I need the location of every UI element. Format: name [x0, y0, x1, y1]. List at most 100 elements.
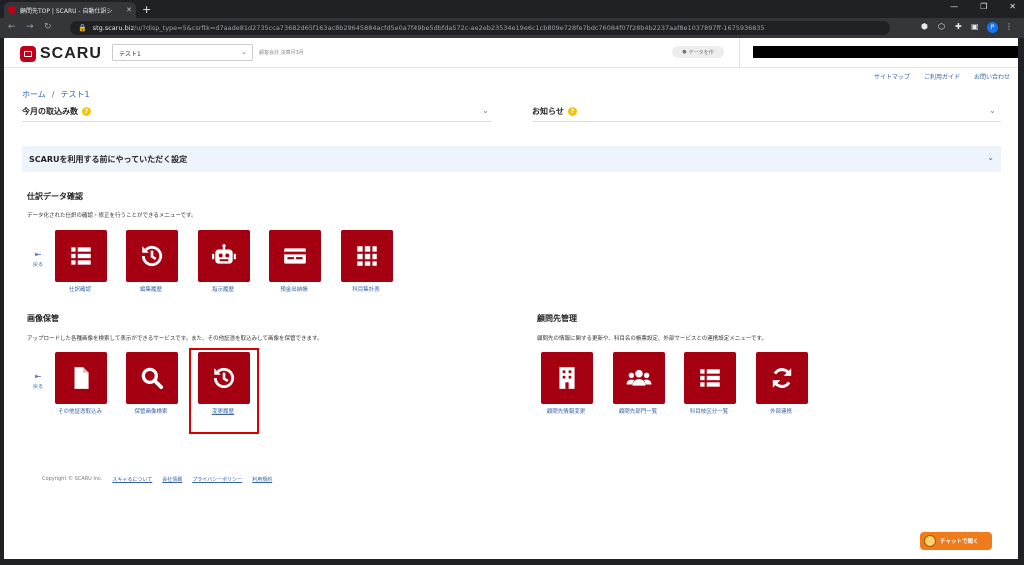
news-title[interactable]: お知らせ?: [532, 106, 577, 117]
collapse-left-icon: ⇤: [34, 250, 42, 259]
tile-client-info-change[interactable]: 顧問先情報変更: [534, 352, 598, 415]
back-nav-icon[interactable]: ←: [8, 22, 16, 32]
browser-toolbar: ← → ↻ 🔒 stg.scaru.biz /u/?disp_type=5&cs…: [0, 18, 1024, 38]
close-tab-icon[interactable]: ✕: [126, 6, 132, 14]
reload-icon[interactable]: ↻: [44, 22, 52, 32]
url-path: /u/?disp_type=5&csrftk=d7aade81d2735cca7…: [134, 24, 765, 32]
footer-link-company[interactable]: 会社情報: [162, 476, 182, 483]
journal-section-title: 仕訳データ確認: [27, 192, 83, 201]
tile-label: その他証憑取込み: [57, 409, 102, 415]
divider: [22, 121, 492, 122]
tab-title: 顧問先TOP | SCARU - 自動仕訳シ: [20, 7, 113, 15]
lock-icon: 🔒: [78, 24, 87, 32]
grid-icon: [341, 230, 393, 282]
menu-icon[interactable]: ⋮: [1005, 22, 1013, 31]
chat-button[interactable]: チャットで聞く: [920, 532, 992, 550]
browser-tab[interactable]: 顧問先TOP | SCARU - 自動仕訳シ ✕: [4, 2, 136, 18]
utility-links: サイトマップ ご利用ガイド お問い合わせ: [874, 72, 1010, 81]
breadcrumb-current: テスト1: [60, 90, 90, 99]
minimize-icon[interactable]: —: [950, 2, 958, 11]
setup-accordion-label: SCARUを利用する前にやっていただく設定: [29, 155, 188, 164]
tile-other-evidence-import[interactable]: その他証憑取込み: [48, 352, 112, 415]
tile-label: 指示履歴: [211, 287, 234, 293]
image-storage-desc: アップロードした各種画像を検索して表示ができるサービスです。また、その他証憑を取…: [27, 336, 323, 342]
users-icon: [613, 352, 665, 404]
guide-link[interactable]: ご利用ガイド: [924, 72, 960, 81]
tile-client-department-list[interactable]: 顧問先部門一覧: [606, 352, 670, 415]
close-window-icon[interactable]: ✕: [1009, 2, 1016, 11]
tile-account-summary[interactable]: 科目集計表: [334, 230, 398, 293]
logo-text: SCARU: [40, 45, 102, 62]
maximize-icon[interactable]: ❐: [980, 2, 987, 11]
data-button[interactable]: ● データを作: [672, 46, 724, 58]
profile-avatar[interactable]: P: [987, 22, 998, 33]
browser-tabbar: 顧問先TOP | SCARU - 自動仕訳シ ✕ + — ❐ ✕: [0, 0, 1024, 18]
list-icon: [55, 230, 107, 282]
breadcrumb: ホーム / テスト1: [22, 90, 90, 99]
chat-avatar-icon: [924, 535, 936, 547]
chevron-down-icon[interactable]: ⌄: [482, 106, 489, 115]
footer-link-privacy[interactable]: プライバシーポリシー: [192, 476, 242, 483]
tile-label: 顧問先部門一覧: [618, 409, 658, 415]
tile-stored-image-search[interactable]: 保管画像検索: [119, 352, 183, 415]
help-icon[interactable]: ?: [567, 107, 577, 116]
footer-link-about[interactable]: スキャるについて: [112, 476, 152, 483]
site-header: SCARU テスト1 ⌄ 顧客会計 決算月3月 ● データを作: [4, 38, 1018, 68]
highlight-box: [189, 348, 259, 434]
tile-journal-check[interactable]: 仕訳確認: [48, 230, 112, 293]
monthly-count-title[interactable]: 今月の取込み数?: [22, 106, 91, 117]
forward-nav-icon[interactable]: →: [26, 22, 34, 32]
data-icon: ●: [682, 49, 687, 55]
client-select-value: テスト1: [119, 51, 141, 58]
tile-label: 顧問先情報変更: [546, 409, 586, 415]
tile-passbook[interactable]: 預金出納帳: [262, 230, 326, 293]
logo-icon: [20, 46, 36, 62]
search-icon: [126, 352, 178, 404]
list-icon: [684, 352, 736, 404]
breadcrumb-home[interactable]: ホーム: [22, 90, 46, 99]
building-icon: [541, 352, 593, 404]
favicon-icon: [8, 6, 16, 14]
passbook-icon: [269, 230, 321, 282]
page-content: SCARU テスト1 ⌄ 顧客会計 決算月3月 ● データを作 サイトマップ ご…: [4, 38, 1018, 559]
setup-accordion[interactable]: SCARUを利用する前にやっていただく設定 ⌄: [22, 146, 1001, 172]
help-icon[interactable]: ?: [82, 107, 91, 116]
tile-label: 外部連携: [769, 409, 792, 415]
new-tab-button[interactable]: +: [142, 3, 151, 16]
sidepanel-icon[interactable]: ▣: [971, 22, 979, 31]
scaru-logo[interactable]: SCARU: [20, 45, 102, 63]
robot-icon: [198, 230, 250, 282]
image-storage-title: 画像保管: [27, 314, 59, 323]
header-divider: [739, 38, 740, 68]
tile-label: 科目集計表: [352, 287, 380, 293]
journal-back-button[interactable]: ⇤ 戻る: [31, 250, 45, 268]
fiscal-note: 顧客会計 決算月3月: [259, 50, 304, 56]
sitemap-link[interactable]: サイトマップ: [874, 72, 910, 81]
tile-external-integration[interactable]: 外部連携: [749, 352, 813, 415]
url-host: stg.scaru.biz: [92, 24, 134, 32]
tile-edit-history[interactable]: 編集履歴: [119, 230, 183, 293]
client-mgmt-title: 顧問先管理: [537, 314, 577, 323]
sync-icon: [756, 352, 808, 404]
address-bar[interactable]: 🔒 stg.scaru.biz /u/?disp_type=5&csrftk=d…: [70, 21, 890, 35]
redacted-user-info: [753, 46, 1018, 58]
tile-account-branch-list[interactable]: 科目枝区分一覧: [677, 352, 741, 415]
tile-label: 編集履歴: [139, 287, 162, 293]
footer: Copyright © SCARU Inc. スキャるについて 会社情報 プライ…: [42, 476, 272, 483]
footer-link-terms[interactable]: 利用規約: [252, 476, 272, 483]
copyright: Copyright © SCARU Inc.: [42, 476, 103, 482]
tile-label: 預金出納帳: [280, 287, 308, 293]
image-back-button[interactable]: ⇤ 戻る: [31, 372, 45, 390]
tile-instruction-history[interactable]: 指示履歴: [191, 230, 255, 293]
contact-link[interactable]: お問い合わせ: [974, 72, 1010, 81]
document-icon: [55, 352, 107, 404]
extension-icon[interactable]: ⬢: [921, 22, 928, 31]
puzzle-icon[interactable]: ✚: [955, 22, 962, 31]
history-icon: [126, 230, 178, 282]
window-controls: — ❐ ✕: [950, 2, 1016, 11]
extension-icon[interactable]: ⬡: [938, 22, 945, 31]
chevron-down-icon[interactable]: ⌄: [989, 106, 996, 115]
client-select[interactable]: テスト1 ⌄: [112, 44, 253, 61]
tile-label: 科目枝区分一覧: [689, 409, 729, 415]
tile-label: 保管画像検索: [134, 409, 168, 415]
